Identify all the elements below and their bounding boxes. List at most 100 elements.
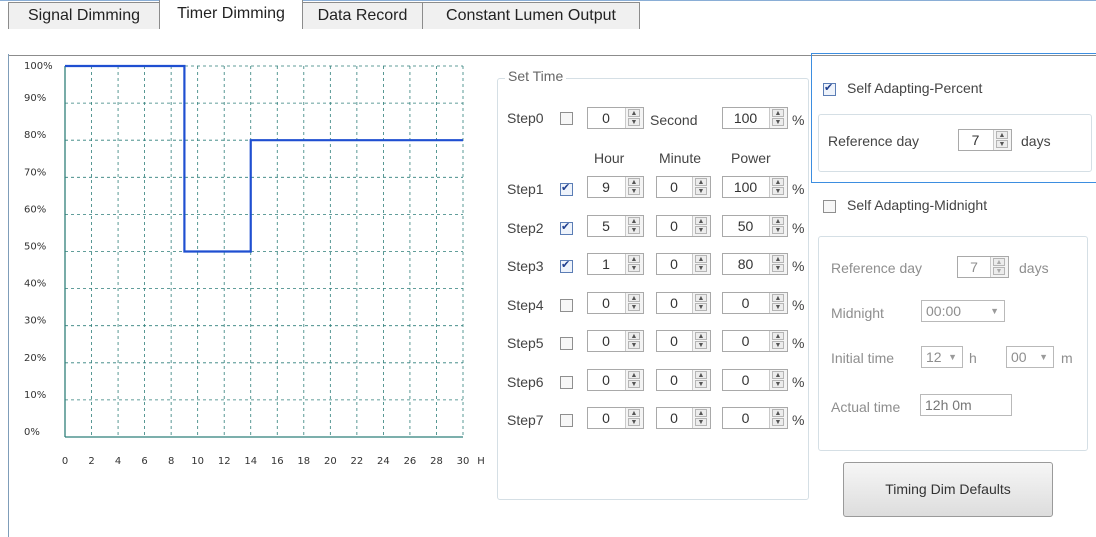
spin-up-icon[interactable]: ▲ — [772, 294, 784, 302]
spin-down-icon[interactable]: ▼ — [628, 264, 640, 272]
step7-minute-spinner[interactable]: 0 ▲ ▼ — [656, 407, 711, 429]
spin-down-icon[interactable]: ▼ — [772, 418, 784, 426]
step4-power-spinner[interactable]: 0 ▲ ▼ — [722, 292, 788, 314]
midnight-reference-day-label: Reference day — [831, 260, 923, 276]
spin-down-icon[interactable]: ▼ — [772, 226, 784, 234]
midnight-reference-day-unit: days — [1019, 260, 1049, 276]
self-adapting-percent-checkbox[interactable] — [823, 81, 836, 96]
spin-up-icon[interactable]: ▲ — [772, 178, 784, 186]
spin-down-icon[interactable]: ▼ — [772, 303, 784, 311]
spin-up-icon[interactable]: ▲ — [695, 371, 707, 379]
timing-dim-defaults-button[interactable]: Timing Dim Defaults — [843, 462, 1053, 517]
spin-down-icon[interactable]: ▼ — [772, 118, 784, 126]
spin-up-icon[interactable]: ▲ — [772, 217, 784, 225]
spin-down-icon[interactable]: ▼ — [695, 264, 707, 272]
step0-seconds-spinner[interactable]: 0 ▲ ▼ — [587, 107, 644, 129]
spin-up-icon[interactable]: ▲ — [628, 255, 640, 263]
step2-power-spinner[interactable]: 50 ▲ ▼ — [722, 215, 788, 237]
spin-up-icon[interactable]: ▲ — [695, 294, 707, 302]
spin-up-icon[interactable]: ▲ — [695, 217, 707, 225]
spin-up-icon[interactable]: ▲ — [628, 409, 640, 417]
spin-up-icon[interactable]: ▲ — [772, 109, 784, 117]
step2-minute-spinner[interactable]: 0 ▲ ▼ — [656, 215, 711, 237]
step3-power-spinner[interactable]: 80 ▲ ▼ — [722, 253, 788, 275]
spin-up-icon[interactable]: ▲ — [628, 109, 640, 117]
tab-timer-dimming[interactable]: Timer Dimming — [159, 0, 303, 29]
midnight-select[interactable]: 00:00 ▼ — [921, 300, 1005, 322]
spin-down-icon[interactable]: ▼ — [628, 226, 640, 234]
step0-checkbox[interactable] — [560, 112, 573, 125]
x-tick-label: 10 — [191, 456, 204, 467]
step7-checkbox[interactable] — [560, 414, 573, 427]
tab-data-record[interactable]: Data Record — [302, 2, 423, 29]
spin-down-icon[interactable]: ▼ — [695, 341, 707, 349]
spin-up-icon[interactable]: ▲ — [772, 255, 784, 263]
midnight-reference-day-spinner[interactable]: 7 ▲ ▼ — [957, 256, 1009, 278]
spin-up-icon[interactable]: ▲ — [772, 409, 784, 417]
reference-day-spinner[interactable]: 7 ▲ ▼ — [958, 129, 1012, 151]
step2-checkbox[interactable] — [560, 220, 573, 235]
spin-up-icon[interactable]: ▲ — [772, 371, 784, 379]
step0-power-spinner[interactable]: 100 ▲ ▼ — [722, 107, 788, 129]
spin-down-icon[interactable]: ▼ — [993, 267, 1005, 275]
spin-up-icon[interactable]: ▲ — [695, 409, 707, 417]
spin-up-icon[interactable]: ▲ — [628, 217, 640, 225]
spin-down-icon[interactable]: ▼ — [996, 140, 1008, 148]
spin-down-icon[interactable]: ▼ — [628, 418, 640, 426]
step7-power-spinner[interactable]: 0 ▲ ▼ — [722, 407, 788, 429]
spin-up-icon[interactable]: ▲ — [695, 332, 707, 340]
tab-signal-dimming[interactable]: Signal Dimming — [8, 2, 160, 29]
spin-down-icon[interactable]: ▼ — [772, 187, 784, 195]
step4-minute-spinner[interactable]: 0 ▲ ▼ — [656, 292, 711, 314]
spin-up-icon[interactable]: ▲ — [628, 332, 640, 340]
spin-down-icon[interactable]: ▼ — [695, 380, 707, 388]
spin-down-icon[interactable]: ▼ — [772, 341, 784, 349]
step5-hour-spinner[interactable]: 0 ▲ ▼ — [587, 330, 644, 352]
step6-checkbox[interactable] — [560, 376, 573, 389]
step3-minute-spinner[interactable]: 0 ▲ ▼ — [656, 253, 711, 275]
tab-constant-lumen-output[interactable]: Constant Lumen Output — [422, 2, 640, 29]
spin-up-icon[interactable]: ▲ — [996, 131, 1008, 139]
step3-power-spinner-value: 80 — [737, 256, 754, 272]
spin-up-icon[interactable]: ▲ — [628, 178, 640, 186]
step3-checkbox[interactable] — [560, 258, 573, 273]
actual-time-field[interactable]: 12h 0m — [920, 394, 1012, 416]
spin-up-icon[interactable]: ▲ — [993, 258, 1005, 266]
spin-up-icon[interactable]: ▲ — [695, 178, 707, 186]
spin-down-icon[interactable]: ▼ — [772, 380, 784, 388]
step4-checkbox[interactable] — [560, 299, 573, 312]
step6-minute-spinner[interactable]: 0 ▲ ▼ — [656, 369, 711, 391]
spin-down-icon[interactable]: ▼ — [628, 187, 640, 195]
spin-down-icon[interactable]: ▼ — [695, 226, 707, 234]
spin-down-icon[interactable]: ▼ — [695, 303, 707, 311]
spin-down-icon[interactable]: ▼ — [628, 303, 640, 311]
spin-down-icon[interactable]: ▼ — [695, 418, 707, 426]
step5-power-spinner[interactable]: 0 ▲ ▼ — [722, 330, 788, 352]
x-tick-label: 4 — [115, 456, 121, 467]
spin-down-icon[interactable]: ▼ — [772, 264, 784, 272]
spin-down-icon[interactable]: ▼ — [628, 341, 640, 349]
spin-up-icon[interactable]: ▲ — [628, 371, 640, 379]
step1-hour-spinner[interactable]: 9 ▲ ▼ — [587, 176, 644, 198]
step5-minute-spinner[interactable]: 0 ▲ ▼ — [656, 330, 711, 352]
initial-hour-select[interactable]: 12 ▼ — [921, 346, 963, 368]
step3-hour-spinner[interactable]: 1 ▲ ▼ — [587, 253, 644, 275]
spin-down-icon[interactable]: ▼ — [695, 187, 707, 195]
spin-up-icon[interactable]: ▲ — [772, 332, 784, 340]
step6-hour-spinner[interactable]: 0 ▲ ▼ — [587, 369, 644, 391]
spin-up-icon[interactable]: ▲ — [695, 255, 707, 263]
initial-minute-select[interactable]: 00 ▼ — [1006, 346, 1054, 368]
step2-hour-spinner[interactable]: 5 ▲ ▼ — [587, 215, 644, 237]
step4-hour-spinner[interactable]: 0 ▲ ▼ — [587, 292, 644, 314]
spin-up-icon[interactable]: ▲ — [628, 294, 640, 302]
step1-hour-spinner-value: 9 — [602, 179, 610, 195]
spin-down-icon[interactable]: ▼ — [628, 380, 640, 388]
step6-power-spinner[interactable]: 0 ▲ ▼ — [722, 369, 788, 391]
step1-minute-spinner[interactable]: 0 ▲ ▼ — [656, 176, 711, 198]
step1-checkbox[interactable] — [560, 181, 573, 196]
step7-hour-spinner[interactable]: 0 ▲ ▼ — [587, 407, 644, 429]
step1-power-spinner[interactable]: 100 ▲ ▼ — [722, 176, 788, 198]
self-adapting-midnight-checkbox[interactable] — [823, 200, 836, 213]
step5-checkbox[interactable] — [560, 337, 573, 350]
spin-down-icon[interactable]: ▼ — [628, 118, 640, 126]
